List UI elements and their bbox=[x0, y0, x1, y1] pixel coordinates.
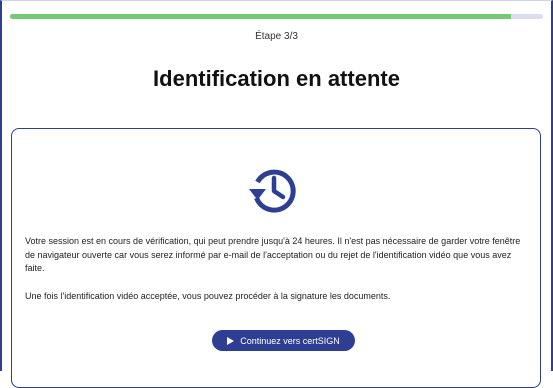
verification-message: Votre session est en cours de vérificati… bbox=[25, 236, 521, 273]
play-icon bbox=[227, 336, 235, 345]
page-title: Identification en attente bbox=[153, 66, 400, 91]
next-step-message: Une fois l'identification vidéo acceptée… bbox=[25, 291, 391, 301]
continue-certsign-button[interactable]: Continuez vers certSIGN bbox=[212, 330, 355, 351]
step-indicator: Étape 3/3 bbox=[255, 31, 298, 42]
progress-bar bbox=[10, 14, 543, 19]
progress-bar-fill bbox=[10, 14, 512, 19]
continue-certsign-label: Continuez vers certSIGN bbox=[240, 335, 340, 346]
history-icon bbox=[249, 169, 296, 213]
